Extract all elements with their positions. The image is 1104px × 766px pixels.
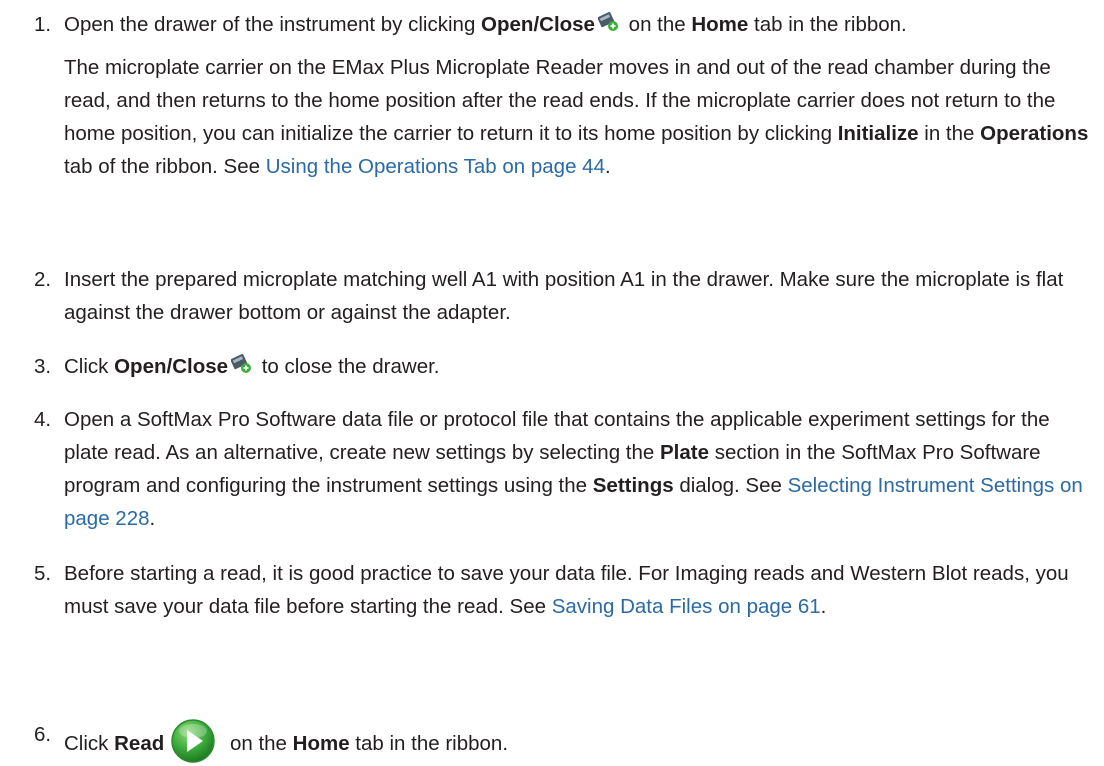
saving-data-files-link[interactable]: Saving Data Files on page 61 xyxy=(552,595,821,618)
step-number: 5. xyxy=(34,562,52,585)
open-close-drawer-icon xyxy=(597,12,618,31)
step-1: 1. Open the drawer of the instrument by … xyxy=(34,8,1094,183)
home-tab-label: Home xyxy=(292,732,350,755)
procedure-document: 1. Open the drawer of the instrument by … xyxy=(0,0,1104,766)
step-5: 5. Before starting a read, it is good pr… xyxy=(34,557,1094,623)
step-6-instruction: Click Read on the Home tab in the ribbon… xyxy=(64,718,1094,764)
step-5-instruction: Before starting a read, it is good pract… xyxy=(64,562,1069,618)
open-close-drawer-icon xyxy=(231,354,252,373)
step-number: 2. xyxy=(34,268,52,291)
step-2-instruction: Insert the prepared microplate matching … xyxy=(64,268,1064,324)
step-4: 4. Open a SoftMax Pro Software data file… xyxy=(34,403,1094,535)
home-tab-label: Home xyxy=(691,13,749,36)
operations-tab-link[interactable]: Using the Operations Tab on page 44 xyxy=(266,155,605,178)
initialize-label: Initialize xyxy=(837,122,919,145)
open-close-label: Open/Close xyxy=(114,355,229,378)
step-3-instruction: Click Open/Close to close the drawer. xyxy=(64,354,440,378)
operations-tab-label: Operations xyxy=(980,122,1089,145)
read-play-icon xyxy=(171,719,215,763)
step-1-note: The microplate carrier on the EMax Plus … xyxy=(64,56,1089,178)
step-number: 1. xyxy=(34,13,52,36)
step-1-instruction: Open the drawer of the instrument by cli… xyxy=(64,12,907,36)
step-number: 3. xyxy=(34,355,52,378)
step-number: 4. xyxy=(34,408,52,431)
step-number: 6. xyxy=(34,723,52,746)
step-6: 6. Click Read on the Home tab in the rib… xyxy=(34,718,1094,764)
read-label: Read xyxy=(114,732,165,755)
step-3: 3. Click Open/Close to close the drawer. xyxy=(34,350,1094,383)
step-4-instruction: Open a SoftMax Pro Software data file or… xyxy=(64,408,1083,530)
step-2: 2. Insert the prepared microplate matchi… xyxy=(34,263,1094,329)
settings-dialog-label: Settings xyxy=(592,474,674,497)
plate-section-label: Plate xyxy=(660,441,709,464)
open-close-label: Open/Close xyxy=(481,13,595,36)
